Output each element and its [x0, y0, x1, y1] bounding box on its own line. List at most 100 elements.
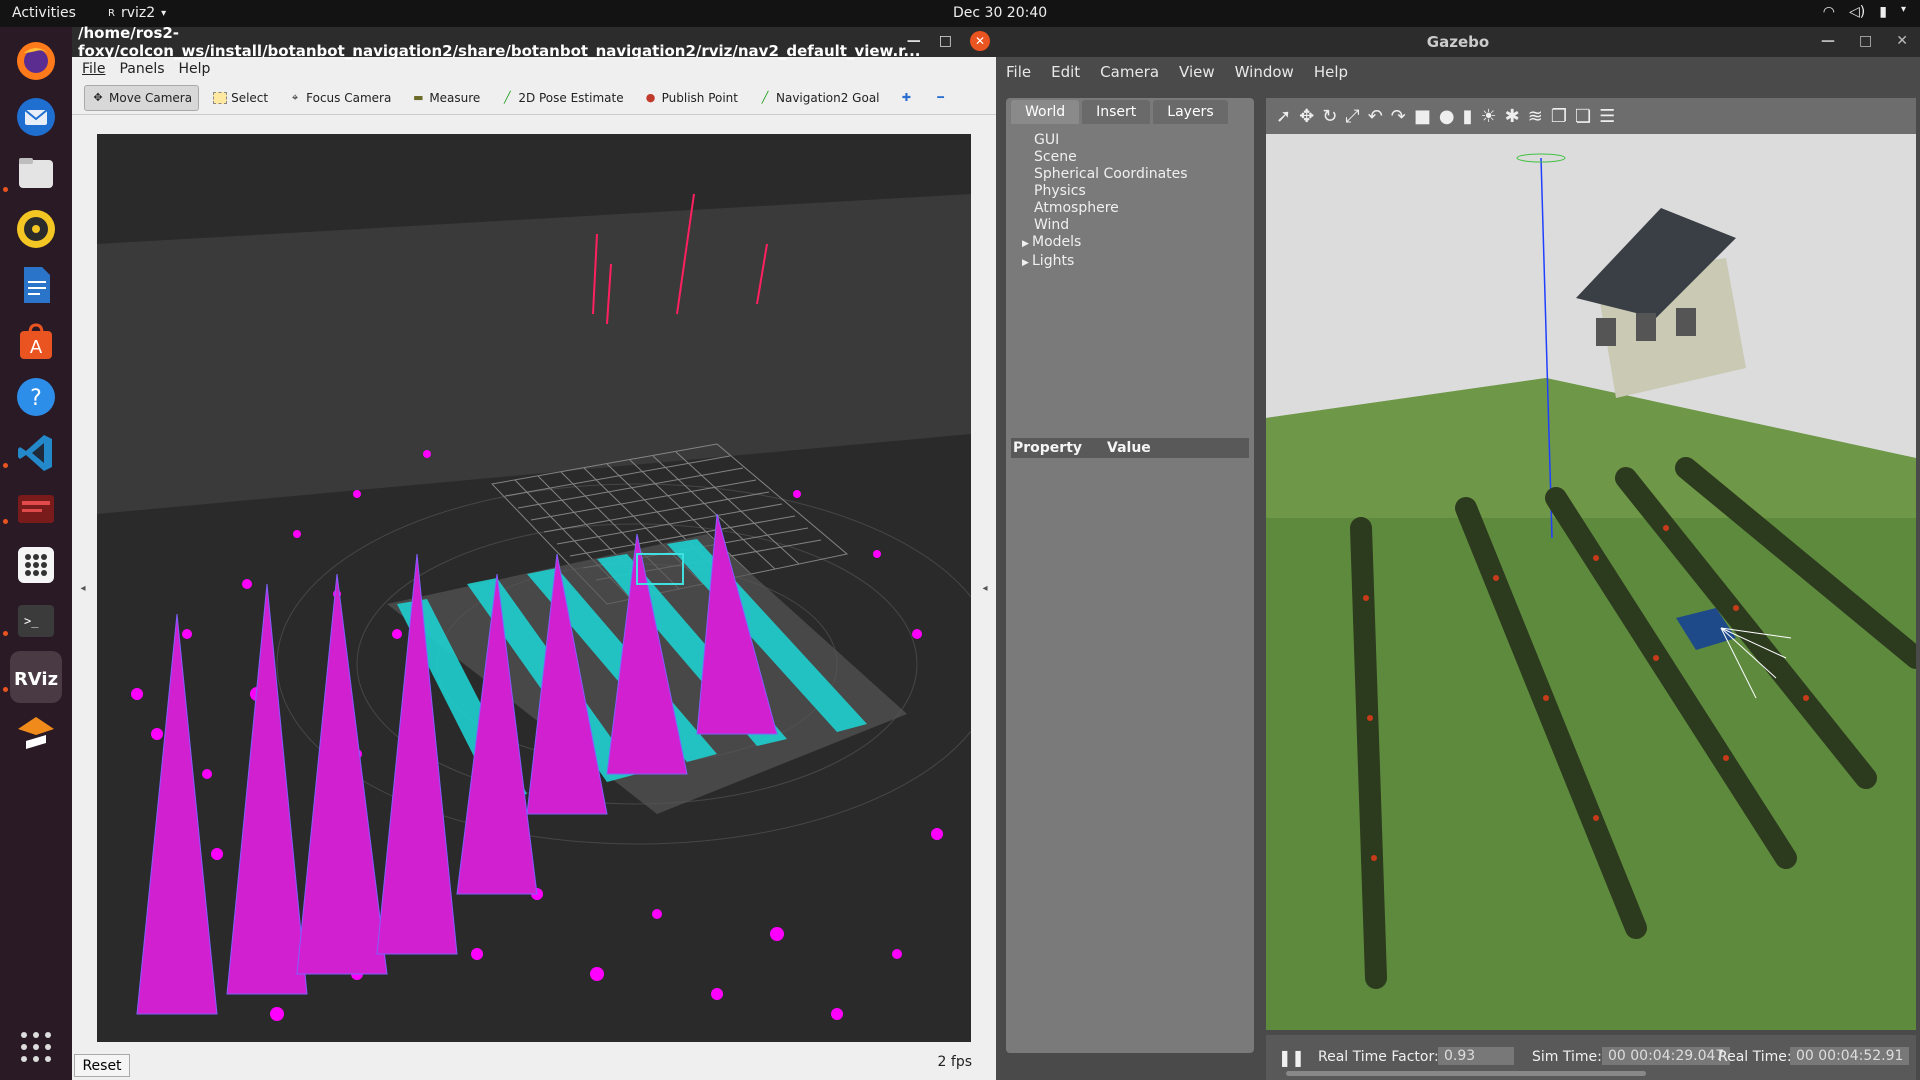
- chevron-left-icon: ◂: [80, 582, 86, 594]
- gazebo-window: Gazebo — □ ✕ File Edit Camera View Windo…: [996, 27, 1920, 1080]
- remove-tool-button[interactable]: ━: [928, 87, 954, 109]
- rviz-toolbar: ✥ Move Camera Select ⌖ Focus Camera ▬ Measu…: [72, 81, 996, 115]
- focus-camera-tool[interactable]: ⌖ Focus Camera: [282, 86, 397, 110]
- menu-view[interactable]: View: [1179, 63, 1215, 81]
- terminal-red-icon[interactable]: [10, 483, 62, 535]
- move-camera-tool[interactable]: ✥ Move Camera: [84, 84, 200, 111]
- horizontal-scrollbar[interactable]: [1286, 1071, 1646, 1076]
- help-icon[interactable]: ?: [10, 371, 62, 423]
- measure-tool[interactable]: ▬ Measure: [405, 86, 486, 110]
- window-title: /home/ros2-foxy/colcon_ws/install/botanb…: [78, 24, 921, 60]
- menu-file[interactable]: File: [1006, 63, 1031, 81]
- gazebo-titlebar[interactable]: Gazebo — □ ✕: [996, 27, 1920, 57]
- menu-camera[interactable]: Camera: [1100, 63, 1159, 81]
- rviz-window: /home/ros2-foxy/colcon_ws/install/botanb…: [72, 24, 996, 1080]
- rotate-icon[interactable]: ↻: [1322, 106, 1337, 127]
- tree-item-wind[interactable]: Wind: [1034, 217, 1254, 234]
- writer-icon[interactable]: [10, 259, 62, 311]
- directional-light-icon[interactable]: ≋: [1528, 106, 1543, 127]
- tool-label: Select: [231, 90, 269, 105]
- tab-world[interactable]: World: [1011, 100, 1080, 124]
- blender-icon[interactable]: [10, 707, 62, 759]
- files-icon[interactable]: [10, 147, 62, 199]
- menu-file[interactable]: File: [82, 61, 105, 77]
- tree-item-spherical-coordinates[interactable]: Spherical Coordinates: [1034, 166, 1254, 183]
- tree-item-models[interactable]: ▶ Models: [1022, 234, 1254, 253]
- close-icon[interactable]: ✕: [1896, 33, 1908, 49]
- crosshair-icon: ⌖: [292, 90, 299, 104]
- add-tool-button[interactable]: ✚: [894, 87, 920, 109]
- tool-label: Navigation2 Goal: [776, 90, 880, 105]
- paste-icon[interactable]: ❏: [1575, 106, 1591, 127]
- select-arrow-icon[interactable]: ➚: [1276, 106, 1291, 127]
- menu-panels[interactable]: Panels: [119, 61, 164, 77]
- tree-item-physics[interactable]: Physics: [1034, 183, 1254, 200]
- tree-item-atmosphere[interactable]: Atmosphere: [1034, 200, 1254, 217]
- maximize-icon[interactable]: □: [1859, 33, 1872, 49]
- translate-icon[interactable]: ✥: [1299, 106, 1314, 127]
- rviz-titlebar[interactable]: /home/ros2-foxy/colcon_ws/install/botanb…: [72, 24, 996, 60]
- redo-icon[interactable]: ↷: [1391, 106, 1406, 127]
- show-apps-icon[interactable]: [10, 1021, 62, 1073]
- app-menu[interactable]: R rviz2 ▾: [108, 5, 166, 21]
- wifi-icon: ◠: [1822, 4, 1836, 20]
- running-indicator: [3, 187, 8, 192]
- left-panel-toggle[interactable]: ◂: [72, 134, 94, 1042]
- select-tool[interactable]: Select: [207, 86, 274, 110]
- scale-icon[interactable]: ⤢: [1345, 106, 1359, 127]
- cylinder-shape-icon[interactable]: ▮: [1463, 106, 1473, 127]
- vscode-icon[interactable]: [10, 427, 62, 479]
- pose-estimate-tool[interactable]: ╱ 2D Pose Estimate: [494, 86, 629, 110]
- svg-text:A: A: [30, 337, 43, 358]
- box-shape-icon[interactable]: ■: [1414, 106, 1431, 127]
- close-icon[interactable]: ✕: [970, 31, 990, 51]
- system-tray[interactable]: ◠ ◁) ▮ ▾: [1823, 4, 1906, 20]
- terminal-icon[interactable]: >_: [10, 595, 62, 647]
- gazebo-3d-scene[interactable]: [1266, 98, 1916, 1030]
- point-light-icon[interactable]: ☀: [1481, 106, 1497, 127]
- sphere-shape-icon[interactable]: ●: [1439, 106, 1455, 127]
- tab-insert[interactable]: Insert: [1082, 100, 1151, 124]
- value-column-header: Value: [1107, 440, 1151, 456]
- map-pin-icon: ●: [645, 90, 656, 104]
- right-panel-toggle[interactable]: ◂: [977, 134, 993, 1042]
- nav-goal-tool[interactable]: ╱ Navigation2 Goal: [752, 86, 886, 110]
- publish-point-tool[interactable]: ● Publish Point: [638, 86, 744, 110]
- property-column-header: Property: [1013, 440, 1083, 456]
- spot-light-icon[interactable]: ✱: [1505, 106, 1520, 127]
- undo-icon[interactable]: ↶: [1368, 106, 1383, 127]
- menu-help[interactable]: Help: [179, 61, 211, 77]
- tree-item-gui[interactable]: GUI: [1034, 132, 1254, 149]
- firefox-icon[interactable]: [10, 35, 62, 87]
- maximize-icon[interactable]: □: [939, 33, 952, 49]
- menu-help[interactable]: Help: [1314, 63, 1348, 81]
- apps-grid-icon[interactable]: [10, 539, 62, 591]
- rviz-3d-viewport[interactable]: [97, 134, 971, 1042]
- sim-time-label: Sim Time:: [1532, 1049, 1602, 1065]
- tree-item-scene[interactable]: Scene: [1034, 149, 1254, 166]
- reset-button[interactable]: Reset: [74, 1054, 130, 1077]
- activities-button[interactable]: Activities: [12, 5, 76, 21]
- thunderbird-icon[interactable]: [10, 91, 62, 143]
- expand-arrow-icon[interactable]: ▶: [1022, 255, 1032, 272]
- rviz-statusbar: Reset 2 fps: [72, 1045, 996, 1080]
- menu-edit[interactable]: Edit: [1051, 63, 1080, 81]
- rviz-icon[interactable]: RViz: [10, 651, 62, 703]
- tree-item-lights[interactable]: ▶ Lights: [1022, 253, 1254, 272]
- rviz-menubar: File Panels Help: [72, 57, 996, 81]
- expand-arrow-icon[interactable]: ▶: [1022, 236, 1032, 253]
- copy-icon[interactable]: ❐: [1551, 106, 1567, 127]
- rhythmbox-icon[interactable]: [10, 203, 62, 255]
- clock[interactable]: Dec 30 20:40: [953, 5, 1047, 21]
- software-icon[interactable]: A: [10, 315, 62, 367]
- minimize-icon[interactable]: —: [907, 33, 921, 49]
- pause-icon[interactable]: ❚❚: [1278, 1048, 1305, 1067]
- minimize-icon[interactable]: —: [1821, 33, 1835, 49]
- move-camera-icon: ✥: [93, 90, 103, 104]
- menu-window[interactable]: Window: [1235, 63, 1294, 81]
- volume-icon: ◁): [1849, 4, 1866, 20]
- svg-text:?: ?: [30, 386, 42, 411]
- top-bar: Activities R rviz2 ▾ Dec 30 20:40 ◠ ◁) ▮…: [0, 0, 1920, 27]
- align-icon[interactable]: ☰: [1599, 106, 1615, 127]
- tab-layers[interactable]: Layers: [1153, 100, 1228, 124]
